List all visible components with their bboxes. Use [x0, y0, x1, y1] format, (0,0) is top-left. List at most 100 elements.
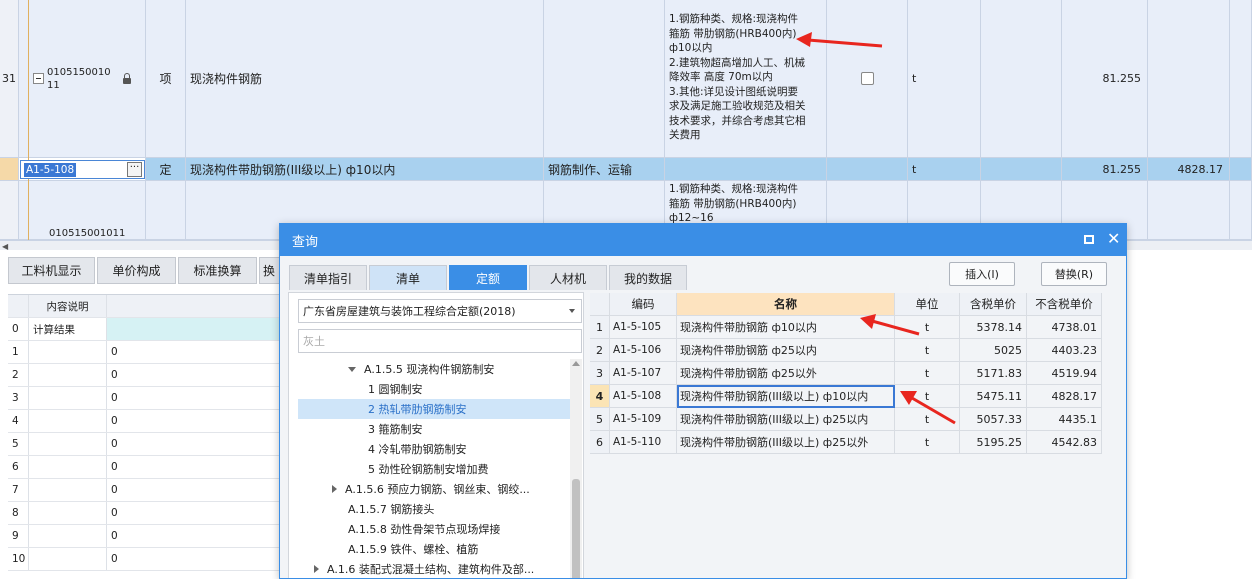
tree-node[interactable]: 3 箍筋制安: [298, 419, 570, 439]
tab-bill-guide[interactable]: 清单指引: [289, 265, 367, 290]
calc-grid-row[interactable]: 90: [8, 525, 280, 548]
insert-button[interactable]: 插入(I): [949, 262, 1015, 286]
row31-checkbox[interactable]: [860, 72, 874, 85]
quota-table-header: 编码 名称 单位 含税单价 不含税单价: [590, 293, 1102, 316]
calc-grid-row[interactable]: 70: [8, 479, 280, 502]
calc-grid-row[interactable]: 0 计算结果: [8, 318, 280, 341]
tree-node[interactable]: A.1.5.7 钢筋接头: [298, 499, 570, 519]
row31-extra-cell: [1230, 0, 1252, 158]
header-index[interactable]: [590, 293, 610, 316]
quota-table-row[interactable]: 2 A1-5-106 现浇构件带肋钢筋 ф25以内 t 5025 4403.23: [590, 339, 1102, 362]
quota-table-row[interactable]: 4 A1-5-108 现浇构件带肋钢筋(III级以上) ф10以内 t 5475.11 4…: [590, 385, 1102, 408]
next-code: 010515001011: [19, 181, 146, 240]
tree-node-label: A.1.5.7 钢筋接头: [348, 503, 435, 516]
row-name[interactable]: 现浇构件带肋钢筋 ф10以内: [677, 316, 895, 339]
tree-node-label: 5 劲性砼钢筋制安增加费: [368, 463, 489, 476]
calc-row-value[interactable]: 0: [107, 410, 280, 432]
sub-name[interactable]: 现浇构件带肋钢筋(III级以上) ф10以内: [186, 158, 544, 181]
quota-table-row[interactable]: 1 A1-5-105 现浇构件带肋钢筋 ф10以内 t 5378.14 4738.01: [590, 316, 1102, 339]
row-name[interactable]: 现浇构件带肋钢筋 ф25以外: [677, 362, 895, 385]
header-unit[interactable]: 单位: [895, 293, 960, 316]
next-type-cell: [146, 181, 186, 240]
row-code[interactable]: A1-5-110: [610, 431, 677, 454]
row-name[interactable]: 现浇构件带肋钢筋(III级以上) ф25以内: [677, 408, 895, 431]
calc-row-value[interactable]: 0: [107, 364, 280, 386]
row-code[interactable]: A1-5-108: [610, 385, 677, 408]
dialog-titlebar[interactable]: 查询 ✕: [280, 224, 1126, 256]
tab-bill[interactable]: 清单: [369, 265, 447, 290]
calc-row-value[interactable]: 0: [107, 502, 280, 524]
tree-node-label: A.1.6 装配式混凝土结构、建筑构件及部...: [327, 563, 535, 576]
tree-node[interactable]: 5 劲性砼钢筋制安增加费: [298, 459, 570, 479]
tree-node[interactable]: 2 热轧带肋钢筋制安: [298, 399, 570, 419]
calc-row-number: 0: [8, 318, 29, 340]
calc-row-label: [29, 548, 107, 570]
calc-grid-row[interactable]: 10: [8, 341, 280, 364]
calc-row-value[interactable]: 0: [107, 548, 280, 570]
quota-table-row[interactable]: 6 A1-5-110 现浇构件带肋钢筋(III级以上) ф25以外 t 5195.25 4…: [590, 431, 1102, 454]
calc-grid-row[interactable]: 40: [8, 410, 280, 433]
row-code[interactable]: A1-5-109: [610, 408, 677, 431]
calc-row-value[interactable]: 0: [107, 433, 280, 455]
calc-grid-row[interactable]: 30: [8, 387, 280, 410]
row31-quantity: 81.255: [1062, 0, 1148, 158]
tab-unit-price[interactable]: 单价构成: [97, 257, 176, 284]
header-notax-price[interactable]: 不含税单价: [1027, 293, 1102, 316]
calc-row-label: [29, 502, 107, 524]
tree-node[interactable]: A.1.5.6 预应力钢筋、钢丝束、钢绞...: [298, 479, 570, 499]
calc-grid-row[interactable]: 10 0: [8, 548, 280, 571]
row-code[interactable]: A1-5-107: [610, 362, 677, 385]
search-input[interactable]: 灰土: [298, 329, 582, 353]
tree-node[interactable]: A.1.6 装配式混凝土结构、建筑构件及部...: [298, 559, 570, 578]
tree-node[interactable]: A.1.5.9 铁件、螺栓、植筋: [298, 539, 570, 559]
calc-grid-row[interactable]: 60: [8, 456, 280, 479]
calc-row-value[interactable]: 0: [107, 387, 280, 409]
tab-material-display[interactable]: 工料机显示: [8, 257, 95, 284]
calc-row-value[interactable]: 0: [107, 525, 280, 547]
quota-table-row[interactable]: 5 A1-5-109 现浇构件带肋钢筋(III级以上) ф25以内 t 5057.33 4…: [590, 408, 1102, 431]
collapsed-icon[interactable]: [332, 485, 337, 493]
replace-button[interactable]: 替换(R): [1041, 262, 1107, 286]
row31-name[interactable]: 现浇构件钢筋: [186, 0, 544, 158]
calc-grid-row[interactable]: 50: [8, 433, 280, 456]
tab-my-data[interactable]: 我的数据: [609, 265, 687, 290]
calc-row-number: 2: [8, 364, 29, 386]
row-name[interactable]: 现浇构件带肋钢筋(III级以上) ф10以内: [677, 385, 895, 408]
row-code[interactable]: A1-5-105: [610, 316, 677, 339]
row-name[interactable]: 现浇构件带肋钢筋(III级以上) ф25以外: [677, 431, 895, 454]
quota-library-select[interactable]: 广东省房屋建筑与装饰工程综合定额(2018): [298, 299, 582, 323]
collapse-icon[interactable]: [33, 73, 44, 84]
scroll-left-icon[interactable]: ◀: [2, 242, 8, 251]
header-tax-price[interactable]: 含税单价: [960, 293, 1027, 316]
calc-grid-row[interactable]: 80: [8, 502, 280, 525]
calc-row-value[interactable]: [107, 318, 280, 340]
close-icon[interactable]: ✕: [1107, 231, 1120, 247]
maximize-icon[interactable]: [1084, 235, 1094, 244]
more-icon[interactable]: ···: [127, 162, 142, 177]
calc-row-value[interactable]: 0: [107, 479, 280, 501]
scroll-up-icon[interactable]: [572, 361, 580, 366]
row-code[interactable]: A1-5-106: [610, 339, 677, 362]
row-unit: t: [895, 316, 960, 339]
tree-node[interactable]: 4 冷轧带肋钢筋制安: [298, 439, 570, 459]
tree-node[interactable]: A.1.5.5 现浇构件钢筋制安: [298, 359, 570, 379]
tab-labor-material[interactable]: 人材机: [529, 265, 607, 290]
tab-standard-conversion[interactable]: 标准换算: [178, 257, 257, 284]
row-name[interactable]: 现浇构件带肋钢筋 ф25以内: [677, 339, 895, 362]
tree-node[interactable]: A.1.5.8 劲性骨架节点现场焊接: [298, 519, 570, 539]
calc-row-value[interactable]: 0: [107, 341, 280, 363]
tree-scrollbar[interactable]: [570, 359, 582, 578]
tree-node[interactable]: 1 圆钢制安: [298, 379, 570, 399]
row-notax-price: 4435.1: [1027, 408, 1102, 431]
header-name[interactable]: 名称: [677, 293, 895, 316]
expanded-icon[interactable]: [348, 366, 356, 372]
code-edit-input[interactable]: A1-5-108 ···: [20, 160, 145, 179]
tab-quota[interactable]: 定额: [449, 265, 527, 290]
header-code[interactable]: 编码: [610, 293, 677, 316]
calc-row-value[interactable]: 0: [107, 456, 280, 478]
collapsed-icon[interactable]: [314, 565, 319, 573]
row31-features[interactable]: 1.钢筋种类、规格:现浇构件 箍筋 带肋钢筋(HRB400内) ф10以内 2.…: [665, 0, 827, 158]
quota-table-row[interactable]: 3 A1-5-107 现浇构件带肋钢筋 ф25以外 t 5171.83 4519.94: [590, 362, 1102, 385]
calc-grid-row[interactable]: 20: [8, 364, 280, 387]
scroll-thumb[interactable]: [572, 479, 580, 578]
